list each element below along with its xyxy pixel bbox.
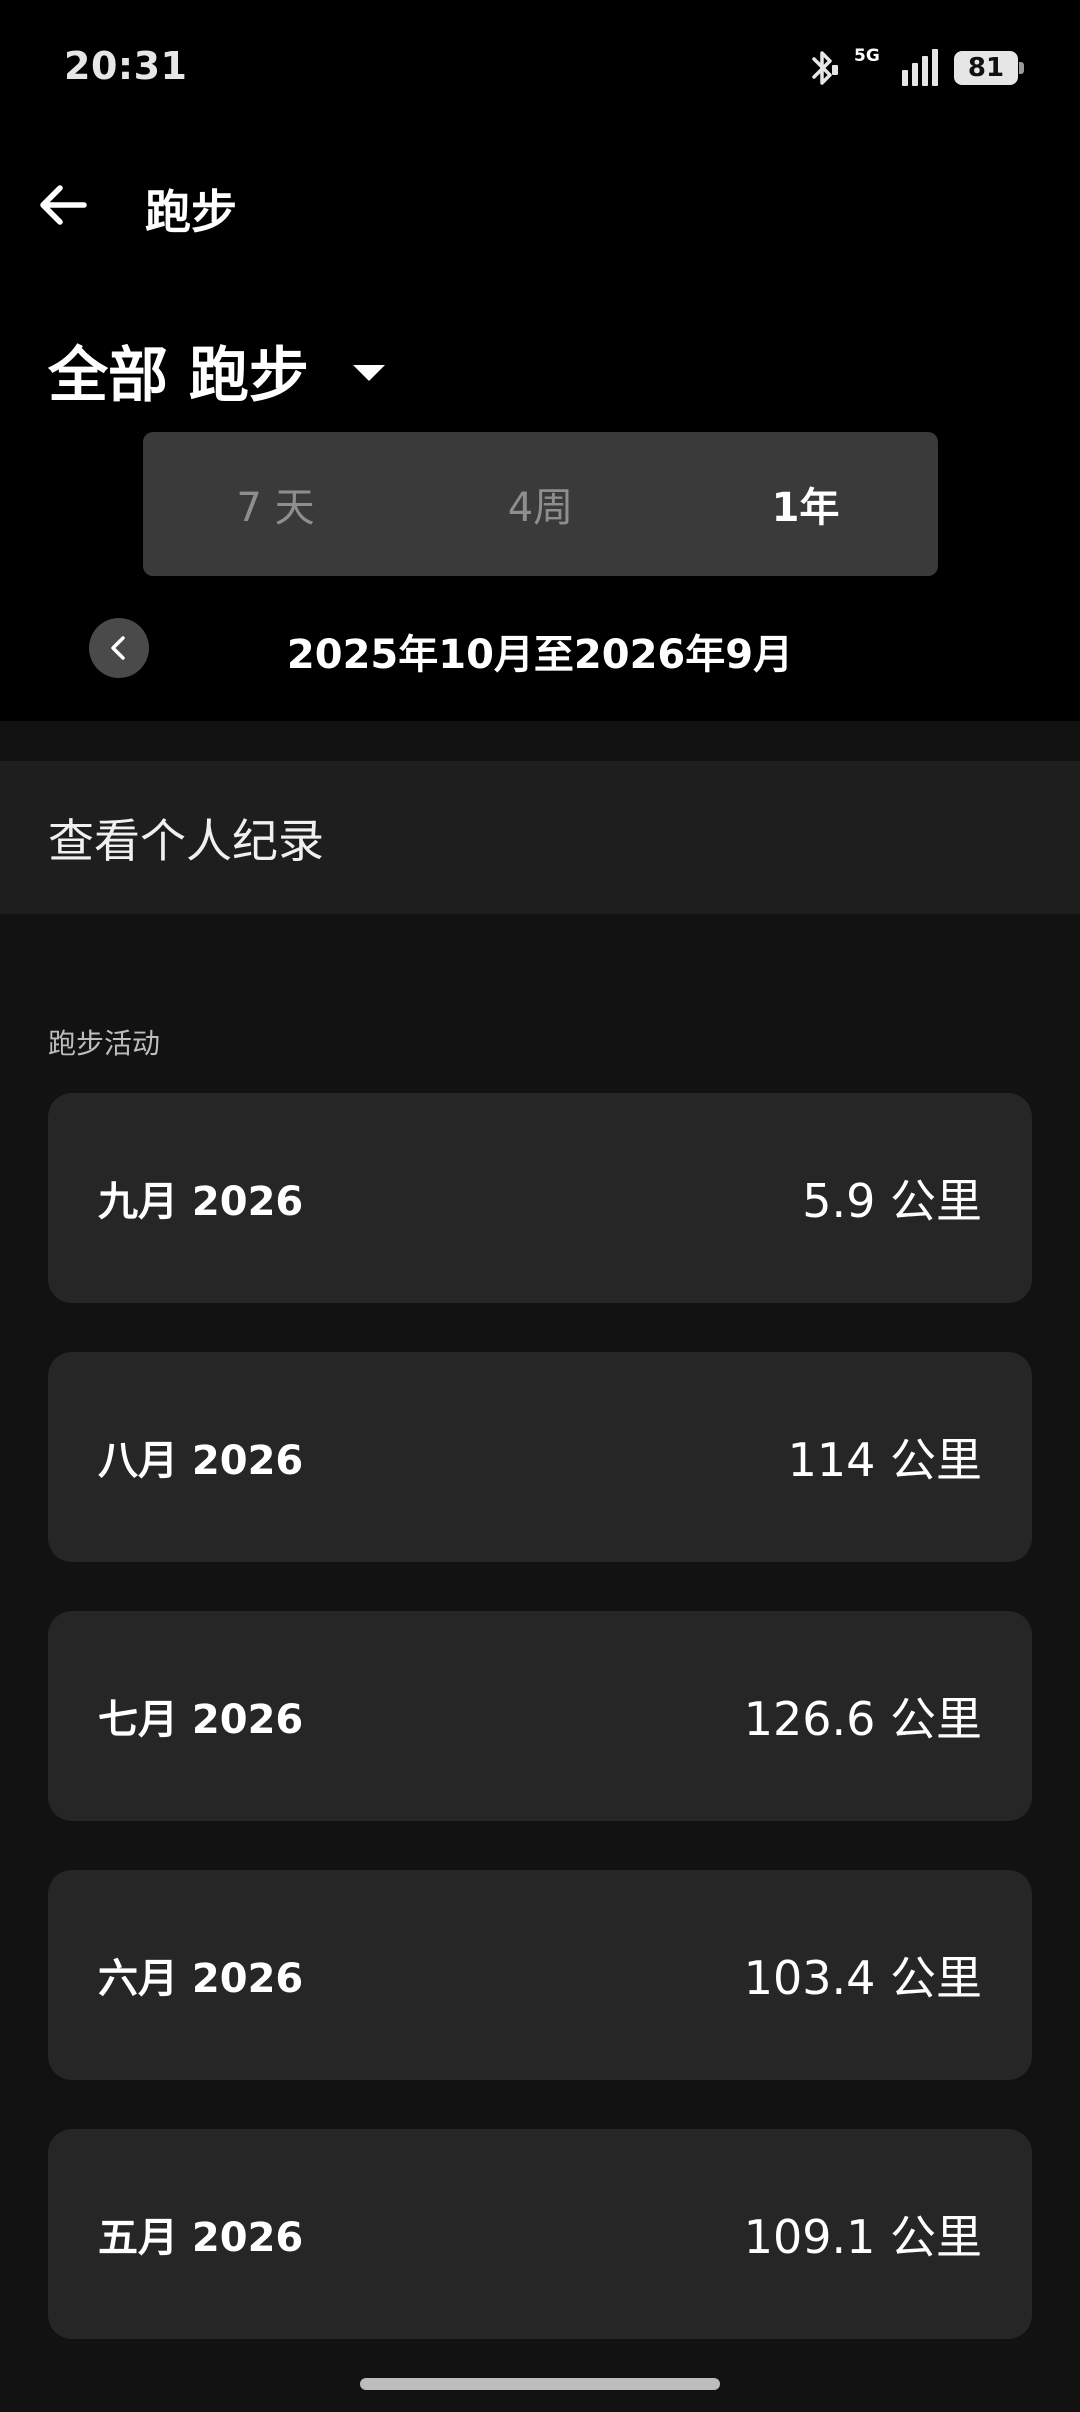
- month-name: 七月 2026: [98, 1697, 304, 1743]
- monthly-activity-list: 九月 2026 5.9 公里 八月 2026 114 公里 七月 2026 12…: [48, 1093, 1032, 2388]
- status-icons: 5G 81: [808, 46, 1024, 90]
- activity-filter-dropdown[interactable]: 全部 跑步: [48, 330, 385, 411]
- personal-records-label: 查看个人纪录: [48, 813, 324, 868]
- tab-4-weeks[interactable]: 4周: [408, 475, 673, 533]
- status-time: 20:31: [64, 44, 188, 88]
- month-card[interactable]: 五月 2026 109.1 公里: [48, 2129, 1032, 2339]
- battery-icon: 81: [954, 51, 1024, 85]
- month-card[interactable]: 九月 2026 5.9 公里: [48, 1093, 1032, 1303]
- month-name: 九月 2026: [98, 1179, 304, 1225]
- screen: 20:31 5G 81 跑步 全部 跑步 7 天 4周 1年 2025年10月至…: [0, 0, 1080, 2412]
- month-name: 八月 2026: [98, 1438, 304, 1484]
- month-card[interactable]: 七月 2026 126.6 公里: [48, 1611, 1032, 1821]
- arrow-left-icon: [40, 185, 87, 225]
- month-name: 五月 2026: [98, 2215, 304, 2261]
- month-distance: 126.6 公里: [743, 1692, 982, 1746]
- page-title: 跑步: [145, 185, 237, 239]
- filter-label: 全部 跑步: [48, 340, 309, 411]
- month-distance: 103.4 公里: [743, 1951, 982, 2005]
- caret-down-icon: [352, 365, 385, 381]
- section-label-running-activities: 跑步活动: [48, 1027, 161, 1060]
- home-indicator[interactable]: [360, 2378, 720, 2390]
- month-name: 六月 2026: [98, 1956, 304, 2002]
- app-bar: 跑步: [0, 160, 1080, 250]
- header-area: 20:31 5G 81 跑步 全部 跑步 7 天 4周 1年 2025年10月至…: [0, 0, 1080, 721]
- tab-1-year[interactable]: 1年: [673, 475, 938, 533]
- month-distance: 109.1 公里: [743, 2210, 982, 2264]
- status-bar: 20:31 5G 81: [0, 0, 1080, 140]
- bluetooth-icon: [808, 48, 838, 88]
- month-card[interactable]: 八月 2026 114 公里: [48, 1352, 1032, 1562]
- month-card[interactable]: 六月 2026 103.4 公里: [48, 1870, 1032, 2080]
- back-button[interactable]: [28, 170, 98, 240]
- time-range-selector: 7 天 4周 1年: [143, 432, 938, 576]
- month-distance: 114 公里: [787, 1433, 982, 1487]
- personal-records-row[interactable]: 查看个人纪录: [0, 761, 1080, 914]
- signal-icon: [900, 48, 940, 88]
- tab-7-days[interactable]: 7 天: [143, 475, 408, 533]
- network-5g-icon: 5G: [854, 46, 880, 66]
- battery-level: 81: [967, 53, 1005, 83]
- month-distance: 5.9 公里: [802, 1174, 982, 1228]
- period-label: 2025年10月至2026年9月: [286, 632, 794, 678]
- period-navigator: 2025年10月至2026年9月: [0, 612, 1080, 682]
